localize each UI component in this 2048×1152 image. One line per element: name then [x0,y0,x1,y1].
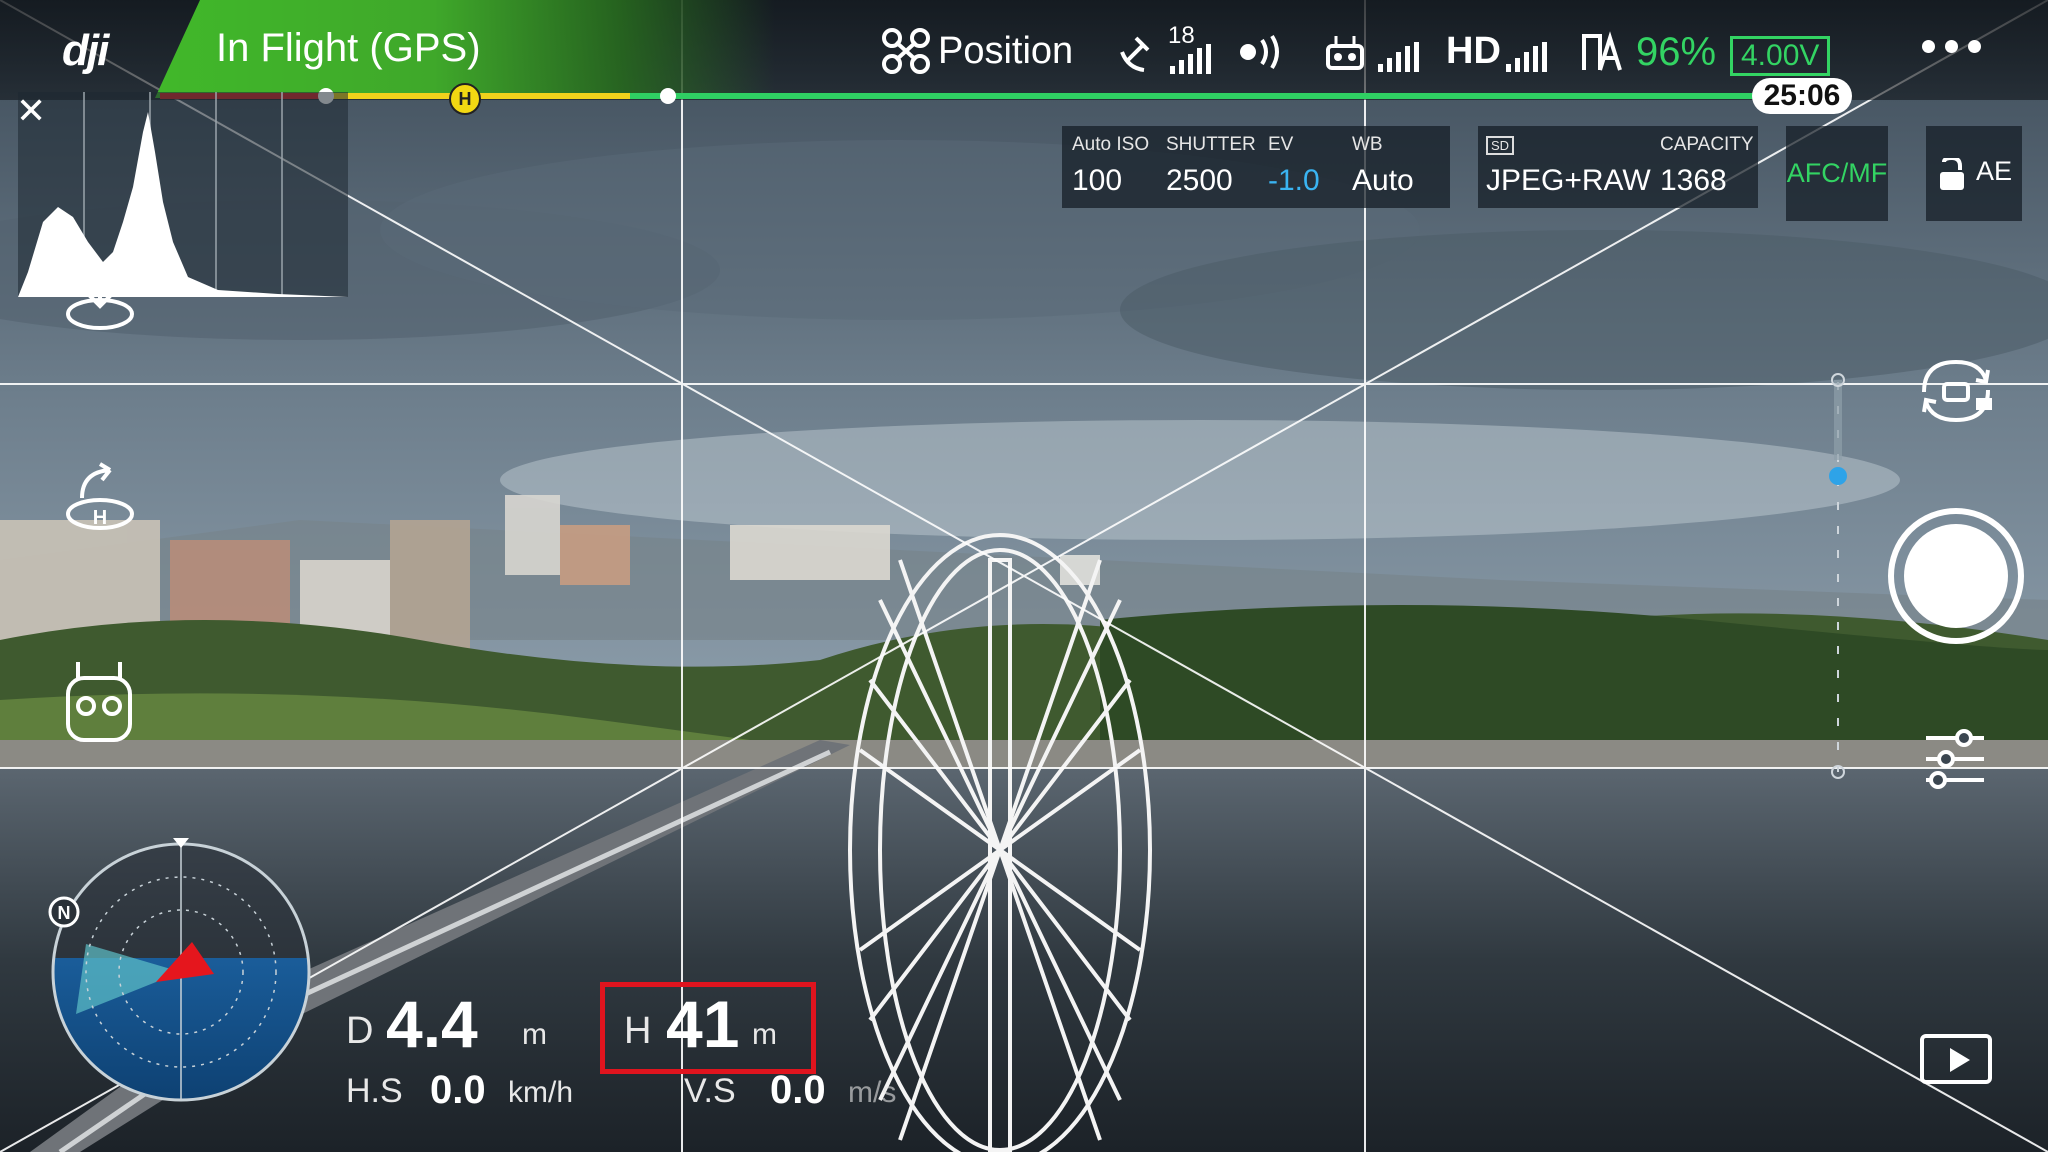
height-unit: m [752,1018,777,1051]
battery-level-bar [160,93,1770,99]
distance-unit: m [522,1018,547,1051]
download-icon[interactable] [62,258,138,334]
height-label: H [624,1010,652,1052]
distance-label: D [346,1010,374,1052]
playback-icon[interactable] [1920,1034,1992,1084]
ev-label: EV [1268,134,1294,155]
home-point-marker: H [449,83,481,115]
shutter-label: SHUTTER [1166,134,1256,155]
distance-value: 4.4 [386,987,478,1061]
battery-voltage: 4.00V [1730,36,1831,76]
settings-sliders-icon[interactable] [1924,728,1986,790]
return-home-icon[interactable]: H [62,462,138,538]
close-icon[interactable]: ✕ [16,90,46,132]
exposure-settings-panel[interactable]: Auto ISO 100 SHUTTER 2500 EV -1.0 WB Aut… [1062,126,1450,208]
sd-card-icon: SD [1486,136,1515,155]
lock-icon [1940,158,1964,190]
photo-format: JPEG+RAW [1486,164,1651,197]
hd-transmission-label[interactable]: HD [1446,30,1501,73]
gps-signal-bars [1170,44,1211,74]
wb-value: Auto [1352,164,1414,197]
svg-text:H: H [93,507,107,529]
battery-icon[interactable] [1580,30,1624,74]
focus-mode-label: AFC/MF [1786,158,1888,188]
north-label: N [58,903,71,923]
controller-icon[interactable] [1326,34,1364,72]
iso-value: 100 [1072,164,1123,197]
battery-marker-current [660,88,676,104]
storage-panel[interactable]: SD JPEG+RAW CAPACITY 1368 [1478,126,1758,208]
vspeed-unit: m/s [848,1076,897,1109]
capacity-label: CAPACITY [1660,134,1754,155]
satellite-icon[interactable] [1118,32,1162,72]
focus-mode-button[interactable]: AFC/MF [1786,126,1888,221]
remaining-flight-time: 25:06 [1752,78,1852,114]
vspeed-label: V.S [684,1072,736,1110]
remote-signal-icon[interactable] [1238,32,1292,72]
shutter-value: 2500 [1166,164,1233,197]
ae-label: AE [1976,156,2013,186]
controller-signal-bars [1378,42,1419,72]
vspeed-value: 0.0 [770,1068,826,1112]
flight-status-label[interactable]: In Flight (GPS) [216,26,481,71]
shutter-button[interactable] [1888,508,2024,644]
robot-face-icon[interactable] [64,658,134,746]
iso-label: Auto ISO [1072,134,1150,155]
height-value: 41 [666,987,740,1061]
hspeed-label: H.S [346,1072,403,1110]
hspeed-value: 0.0 [430,1068,486,1112]
wb-label: WB [1352,134,1383,155]
ae-lock-button[interactable]: AE [1926,126,2022,221]
capacity-value: 1368 [1660,164,1727,197]
camera-switch-icon[interactable] [1914,356,1998,426]
hspeed-unit: km/h [508,1076,574,1109]
radar-compass[interactable]: N [46,834,316,1106]
ev-value: -1.0 [1268,164,1320,197]
drone-icon [882,28,930,74]
zoom-slider[interactable] [1829,372,1847,779]
hd-signal-bars [1506,42,1547,72]
menu-dots-icon[interactable] [1922,40,1981,53]
dji-logo: dji [62,26,109,75]
flight-mode-label[interactable]: Position [938,30,1073,73]
battery-percent: 96% [1636,30,1717,74]
